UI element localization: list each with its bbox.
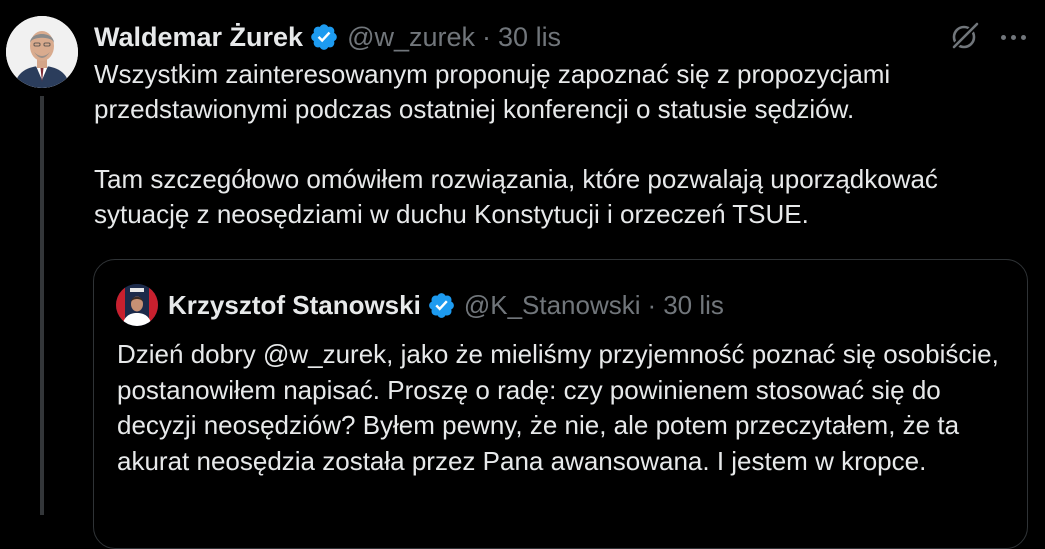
quoted-tweet-header: Krzysztof Stanowski @K_Stanowski · 30 li… (168, 287, 724, 323)
header-separator: · (482, 21, 492, 52)
quoted-tweet-text: Dzień dobry @w_zurek, jako że mieliśmy p… (117, 339, 999, 476)
quoted-header-separator: · (647, 289, 657, 320)
more-dot (1010, 34, 1016, 40)
more-dot (1020, 34, 1026, 40)
quoted-tweet-date: 30 lis (663, 289, 724, 320)
quoted-verified-badge-icon (427, 291, 456, 320)
quoted-tweet-card[interactable]: Krzysztof Stanowski @K_Stanowski · 30 li… (93, 259, 1028, 549)
verified-badge-icon[interactable] (309, 22, 339, 52)
quoted-author-handle: @K_Stanowski (463, 289, 641, 320)
quoted-author-name[interactable]: Krzysztof Stanowski (168, 290, 421, 321)
tweet: Waldemar Żurek @w_zurek · 30 lis Wszystk… (0, 0, 1045, 549)
grok-icon[interactable] (947, 20, 981, 54)
tweet-paragraph: Wszystkim zainteresowanym proponuję zapo… (94, 59, 891, 124)
author-handle[interactable]: @w_zurek (347, 22, 475, 53)
thread-line (40, 96, 44, 515)
more-options-icon[interactable] (996, 24, 1030, 50)
tweet-date[interactable]: 30 lis (498, 22, 561, 53)
tweet-paragraph: Tam szczegółowo omówiłem rozwiązania, kt… (94, 164, 938, 229)
tweet-body: Wszystkim zainteresowanym proponuję zapo… (94, 57, 1024, 232)
quoted-author-avatar[interactable] (116, 284, 158, 326)
author-avatar[interactable] (6, 16, 78, 88)
author-name[interactable]: Waldemar Żurek (94, 22, 303, 53)
more-dot (1000, 34, 1006, 40)
tweet-header: Waldemar Żurek @w_zurek · 30 lis (94, 19, 561, 55)
